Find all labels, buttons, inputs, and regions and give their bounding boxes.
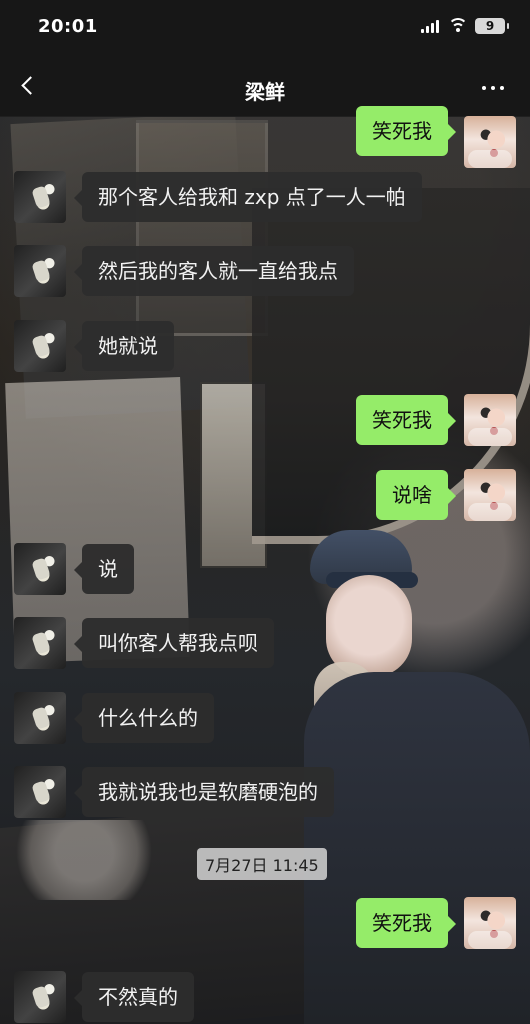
chat-header: 梁鲜 <box>0 60 530 117</box>
avatar[interactable] <box>464 897 516 949</box>
message-bubble: 叫你客人帮我点呗 <box>74 618 274 668</box>
upper-window-panel <box>136 120 268 336</box>
food-plate <box>0 820 168 900</box>
message-timestamp: 7月27日 11:45 <box>197 848 327 880</box>
avatar[interactable] <box>14 766 66 818</box>
message-bubble: 笑死我 <box>356 395 456 445</box>
chat-screen: 20:01 9 梁鲜 笑死我 那个客人给我和 zxp 点了一人一帕 然后我的客人… <box>0 0 530 1024</box>
message-bubble: 我就说我也是软磨硬泡的 <box>74 767 334 817</box>
avatar[interactable] <box>14 543 66 595</box>
avatar[interactable] <box>14 171 66 223</box>
message-bubble: 笑死我 <box>356 106 456 156</box>
avatar[interactable] <box>14 692 66 744</box>
message-bubble: 说 <box>74 544 134 594</box>
more-options-icon[interactable] <box>480 76 508 100</box>
avatar[interactable] <box>464 469 516 521</box>
battery-icon: 9 <box>475 18 509 34</box>
message-bubble: 然后我的客人就一直给我点 <box>74 246 354 296</box>
avatar[interactable] <box>464 394 516 446</box>
face-shape <box>326 575 412 677</box>
coat-shape <box>304 672 530 1024</box>
avatar[interactable] <box>14 617 66 669</box>
cap-shape <box>310 530 418 588</box>
cell-signal-icon <box>421 19 441 33</box>
message-bubble: 说啥 <box>376 470 456 520</box>
message-bubble: 她就说 <box>74 321 174 371</box>
message-bubble: 什么什么的 <box>74 693 214 743</box>
status-time: 20:01 <box>38 16 98 37</box>
message-bubble: 不然真的 <box>74 972 194 1022</box>
message-bubble: 那个客人给我和 zxp 点了一人一帕 <box>74 172 422 222</box>
status-bar: 20:01 9 <box>0 0 530 60</box>
message-bubble: 笑死我 <box>356 898 456 948</box>
avatar[interactable] <box>464 116 516 168</box>
newspaper-frame <box>200 382 267 568</box>
status-icons: 9 <box>421 18 509 34</box>
avatar[interactable] <box>14 320 66 372</box>
avatar[interactable] <box>14 245 66 297</box>
wifi-icon <box>449 19 467 33</box>
chat-title: 梁鲜 <box>245 80 285 104</box>
hair-shape <box>304 570 430 748</box>
avatar[interactable] <box>14 971 66 1023</box>
